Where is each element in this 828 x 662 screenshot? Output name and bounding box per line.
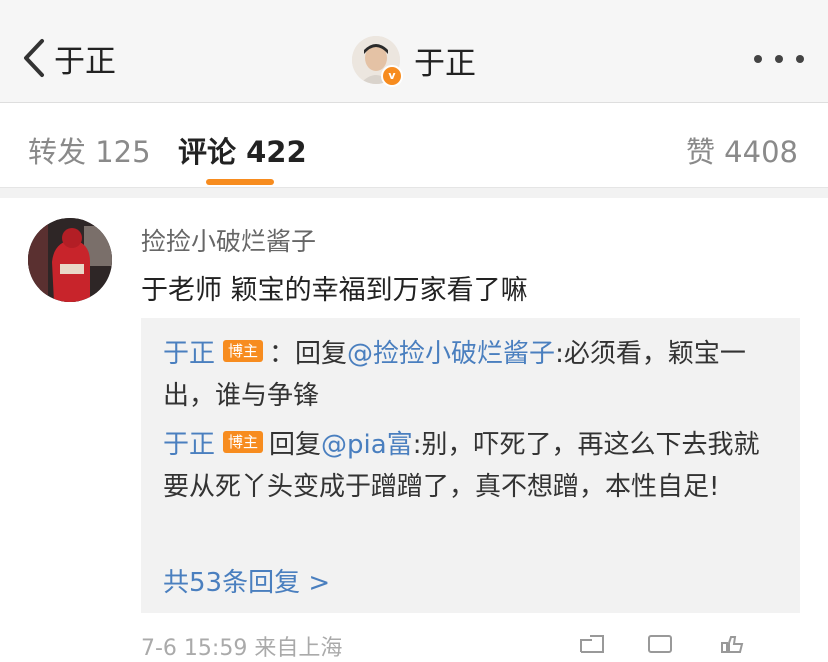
comment-text: 于老师 颖宝的幸福到万家看了嘛 bbox=[141, 275, 528, 306]
active-tab-indicator bbox=[206, 179, 274, 185]
avatar[interactable]: v bbox=[352, 36, 403, 87]
author-badge: 博主 bbox=[223, 431, 264, 453]
reply-item: 于正 博主 回复@pia富:别，吓死了，再这么下去我就要从死丫头变成于蹭蹭了，真不想… bbox=[163, 424, 783, 508]
tab-comments[interactable]: 评论 422 bbox=[178, 129, 307, 171]
like-icon[interactable] bbox=[718, 634, 746, 654]
comment-icon[interactable] bbox=[646, 634, 674, 654]
back-label: 于正 bbox=[54, 43, 116, 80]
page-title: 于正 bbox=[414, 45, 476, 82]
commenter-avatar-image bbox=[28, 218, 112, 302]
tab-bar: 转发 125 评论 422 赞 4408 bbox=[0, 103, 828, 189]
commenter-avatar[interactable] bbox=[28, 218, 112, 302]
back-chevron-icon bbox=[24, 39, 44, 77]
reply-prefix: ：回复 bbox=[269, 339, 348, 369]
divider bbox=[0, 187, 828, 198]
tab-likes[interactable]: 赞 4408 bbox=[686, 129, 798, 171]
share-icon[interactable] bbox=[578, 634, 606, 654]
reply-mention[interactable]: @捡捡小破烂酱子 bbox=[347, 339, 555, 369]
top-nav-bar: 于正 v 于正 bbox=[0, 0, 828, 103]
author-badge: 博主 bbox=[223, 340, 264, 362]
reply-box[interactable]: 于正 博主 ：回复@捡捡小破烂酱子:必须看，颖宝一出，谁与争锋 于正 博主 回复@pia… bbox=[141, 318, 800, 613]
tab-reposts[interactable]: 转发 125 bbox=[28, 129, 151, 171]
more-replies-link[interactable]: 共53条回复 > bbox=[163, 562, 330, 599]
reply-username[interactable]: 于正 bbox=[163, 430, 215, 460]
back-button[interactable]: 于正 bbox=[20, 34, 120, 82]
comment-item: 捡捡小破烂酱子 于老师 颖宝的幸福到万家看了嘛 于正 博主 ：回复@捡捡小破烂酱子:… bbox=[0, 198, 828, 661]
commenter-username[interactable]: 捡捡小破烂酱子 bbox=[141, 222, 316, 258]
reply-username[interactable]: 于正 bbox=[163, 339, 215, 369]
verified-icon: v bbox=[381, 65, 403, 87]
comment-timestamp: 7-6 15:59 来自上海 bbox=[141, 636, 343, 661]
reply-prefix: 回复 bbox=[269, 430, 322, 460]
nav-profile[interactable]: v 于正 bbox=[352, 34, 476, 87]
more-dots-icon[interactable] bbox=[754, 46, 804, 72]
reply-item: 于正 博主 ：回复@捡捡小破烂酱子:必须看，颖宝一出，谁与争锋 bbox=[163, 333, 783, 417]
reply-mention[interactable]: @pia富 bbox=[321, 430, 413, 460]
